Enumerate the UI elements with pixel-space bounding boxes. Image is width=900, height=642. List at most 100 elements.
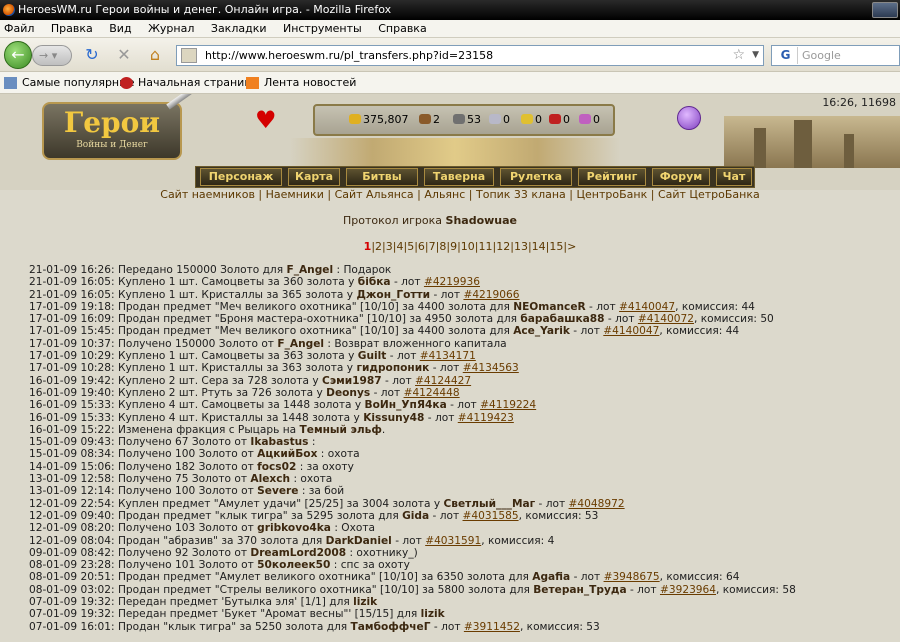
nav-battles[interactable]: Битвы [346,168,418,186]
link-alliance-site[interactable]: Сайт Альянса [335,188,414,201]
google-search-icon[interactable]: G [774,47,798,64]
player-link[interactable]: Kissuny48 [363,412,424,424]
link-clan-topic[interactable]: Топик 33 клана [476,188,566,201]
page-link[interactable]: 4 [396,240,403,253]
lot-link[interactable]: #4140047 [603,325,659,337]
page-link[interactable]: 3 [386,240,393,253]
menu-bookmarks[interactable]: Закладки [211,22,267,35]
nav-map[interactable]: Карта [288,168,340,186]
bookmark-news-feed[interactable]: Лента новостей [244,72,356,94]
nav-forum[interactable]: Форум [652,168,710,186]
player-link[interactable]: Джон_Готти [356,289,430,301]
link-alliance[interactable]: Альянс [424,188,465,201]
home-icon[interactable]: ⌂ [145,45,165,65]
player-link[interactable]: focs02 [257,461,296,473]
resource-wood: 2 [419,106,440,134]
lot-link[interactable]: #4140072 [638,313,694,325]
minimize-button[interactable] [872,2,898,18]
player-name[interactable]: Shadowuae [446,214,517,227]
lot-link[interactable]: #4219936 [424,276,480,288]
page-link[interactable]: 2 [375,240,382,253]
page-link[interactable]: 9 [450,240,457,253]
nav-chat[interactable]: Чат [716,168,752,186]
lot-link[interactable]: #4031585 [463,510,519,522]
stop-icon[interactable]: ✕ [114,45,134,65]
page-link[interactable]: 5 [407,240,414,253]
link-central-bank[interactable]: ЦентроБанк [576,188,647,201]
player-link[interactable]: барабашка88 [520,313,604,325]
lot-link[interactable]: #4124427 [415,375,471,387]
player-link[interactable]: бібка [358,276,391,288]
nav-roulette[interactable]: Рулетка [500,168,572,186]
player-link[interactable]: F_Angel [277,338,324,350]
player-link[interactable]: Alexch [250,473,290,485]
game-logo[interactable]: Герои Войны и Денег [42,102,182,160]
forward-button[interactable]: → ▾ [32,45,72,66]
nav-tavern[interactable]: Таверна [424,168,494,186]
page-link[interactable]: 6 [418,240,425,253]
menu-file[interactable]: Файл [4,22,34,35]
player-link[interactable]: Ace_Yarik [513,325,570,337]
menu-tools[interactable]: Инструменты [283,22,362,35]
player-link[interactable]: Severe [257,485,298,497]
page-link[interactable]: 7 [429,240,436,253]
player-link[interactable]: lizik [421,608,445,620]
player-link[interactable]: DreamLord2008 [250,547,346,559]
lot-link[interactable]: #4119224 [480,399,536,411]
lot-link[interactable]: #4031591 [425,535,481,547]
bookmark-star-icon[interactable]: ☆ [732,46,745,65]
link-mercenaries-site[interactable]: Сайт наемников [160,188,255,201]
page-link[interactable]: 13 [514,240,528,253]
reload-icon[interactable]: ↻ [82,45,102,65]
player-link[interactable]: DarkDaniel [326,535,392,547]
player-link[interactable]: АцкийБох [257,448,317,460]
nav-character[interactable]: Персонаж [200,168,282,186]
lot-link[interactable]: #4219066 [463,289,519,301]
player-link[interactable]: Gida [402,510,429,522]
menu-view[interactable]: Вид [109,22,131,35]
player-link[interactable]: NEOmanceR [513,301,585,313]
lot-link[interactable]: #4134171 [420,350,476,362]
bookmark-most-visited[interactable]: Самые популярные [2,72,135,94]
page-link[interactable]: 10 [461,240,475,253]
player-link[interactable]: Guilt [358,350,387,362]
page-link[interactable]: 12 [496,240,510,253]
player-link[interactable]: Ikabastus [250,436,308,448]
player-link[interactable]: Светлый___Маг [443,498,535,510]
player-link[interactable]: Сэми1987 [322,375,382,387]
address-bar[interactable]: http://www.heroeswm.ru/pl_transfers.php?… [176,45,764,66]
lot-link[interactable]: #3923964 [660,584,716,596]
player-link[interactable]: ВоИн_УпЯ4ка [365,399,447,411]
page-link[interactable]: 14 [532,240,546,253]
lot-link[interactable]: #4140047 [619,301,675,313]
lot-link[interactable]: #4048972 [569,498,625,510]
nav-rating[interactable]: Рейтинг [578,168,646,186]
menu-history[interactable]: Журнал [148,22,194,35]
lot-link[interactable]: #3948675 [604,571,660,583]
player-link[interactable]: Deonys [326,387,370,399]
menu-help[interactable]: Справка [378,22,426,35]
link-mercenaries[interactable]: Наемники [266,188,324,201]
player-link[interactable]: Ветеран_Труда [533,584,626,596]
page-next[interactable]: > [567,240,576,253]
lot-link[interactable]: #4119423 [458,412,514,424]
page-link[interactable]: 11 [479,240,493,253]
lot-link[interactable]: #3911452 [464,621,520,633]
address-dropdown-icon[interactable]: ▼ [752,46,759,65]
player-link[interactable]: F_Angel [286,264,333,276]
bookmark-start-page[interactable]: Начальная страница [118,72,259,94]
player-link[interactable]: 50колеек50 [257,559,330,571]
player-link[interactable]: гидропоник [356,362,429,374]
page-link[interactable]: 8 [439,240,446,253]
back-button[interactable]: ← [4,41,32,69]
lot-link[interactable]: #4124448 [404,387,460,399]
player-link[interactable]: gribkovo4ka [257,522,331,534]
search-input[interactable]: G Google [771,45,900,66]
player-link[interactable]: Agafia [532,571,570,583]
player-link[interactable]: lizik [353,596,377,608]
link-bank-site[interactable]: Сайт ЦетроБанка [658,188,760,201]
lot-link[interactable]: #4134563 [463,362,519,374]
player-link[interactable]: ТамбоффчеГ [351,621,431,633]
menu-edit[interactable]: Правка [51,22,93,35]
page-link[interactable]: 15 [549,240,563,253]
